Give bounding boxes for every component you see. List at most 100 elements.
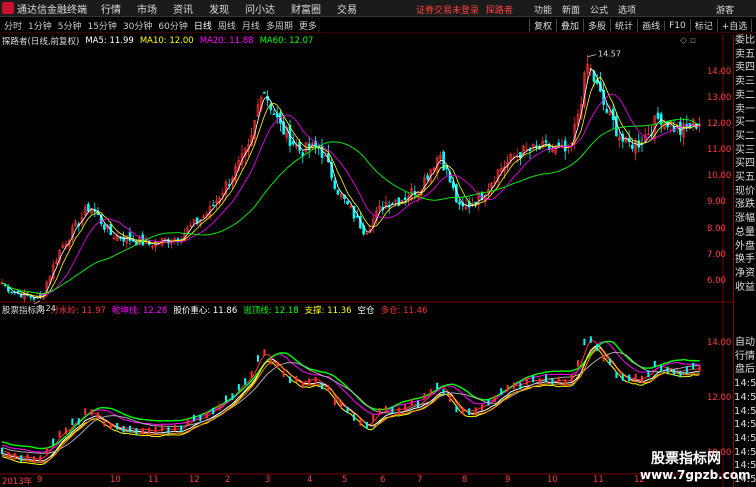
menu-formula[interactable]: 公式 [590, 3, 608, 16]
indicator-candle [685, 366, 688, 374]
tab-timeshare[interactable]: 分时 [4, 19, 22, 32]
tab-multi-period[interactable]: 多周期 [266, 19, 293, 32]
indicator-candle [436, 382, 439, 390]
candle-body [679, 121, 682, 135]
tool-mark[interactable]: 标记 [689, 19, 717, 32]
indicator-candle [602, 355, 605, 362]
indicator-candle [77, 418, 80, 425]
indicator-candle [109, 422, 112, 430]
tab-more[interactable]: 更多 [299, 19, 317, 32]
tick-time-label: 行情 [735, 350, 755, 362]
y-tick-label: 13.00 [707, 92, 732, 103]
menu-market[interactable]: 市场 [137, 1, 157, 16]
tick-time-label: 14:50 [734, 378, 756, 390]
menu-options[interactable]: 选项 [618, 3, 636, 16]
tool-stats[interactable]: 统计 [610, 19, 637, 32]
watermark-title: 股票指标网 [651, 451, 721, 467]
menu-ask[interactable]: 问小达 [245, 1, 275, 16]
indicator-candle [461, 407, 464, 415]
guest-login[interactable]: 游客 [716, 3, 734, 16]
right-menu: 功能 新面 公式 选项 [534, 3, 646, 16]
indicator-candle [429, 388, 432, 396]
tab-5min[interactable]: 5分钟 [58, 19, 82, 32]
tool-restore-rights[interactable]: 复权 [529, 19, 556, 32]
kline-chart[interactable]: 14.57 5.24 [0, 34, 733, 487]
candle-body [29, 295, 33, 298]
indicator-candle [391, 406, 394, 414]
indicator-candle [103, 419, 106, 427]
indicator-candle [628, 374, 631, 382]
indicator-candle [404, 404, 407, 412]
tick-time-label: 14:50 [734, 391, 756, 403]
indicator-candle [583, 338, 586, 346]
indicator-candle [20, 455, 23, 462]
high-marker [587, 54, 597, 57]
quote-field-label: 卖二 [735, 89, 755, 101]
menu-function[interactable]: 功能 [534, 3, 552, 16]
menu-news[interactable]: 资讯 [173, 1, 193, 16]
tab-15min[interactable]: 15分钟 [87, 19, 116, 32]
indicator-candle [148, 427, 151, 435]
tab-weekly[interactable]: 周线 [218, 19, 236, 32]
indicator-candle [289, 376, 291, 384]
indicator-candle [327, 384, 330, 392]
indicator-candle [122, 425, 125, 433]
candle-body [656, 112, 660, 119]
watermark-url: www.7gpzb.com [640, 468, 751, 482]
indicator-candle [65, 427, 67, 435]
indicator-candle [410, 398, 413, 406]
candle-body [544, 140, 548, 143]
quote-field-label: 涨幅 [735, 213, 755, 225]
indicator-candle [263, 349, 266, 356]
tool-multi-stock[interactable]: 多股 [583, 19, 610, 32]
x-month-label: 2 [225, 475, 231, 485]
tool-overlay[interactable]: 叠加 [556, 19, 583, 32]
indicator-candle [525, 378, 528, 385]
x-month-label: 3 [265, 475, 271, 485]
candle-body [19, 294, 23, 298]
quote-field-label: 卖三 [735, 76, 755, 88]
indicator-candle [269, 357, 272, 365]
indicator-line [1, 351, 700, 454]
quote-field-label: 买三 [735, 144, 755, 156]
tab-30min[interactable]: 30分钟 [123, 19, 152, 32]
indicator-candle [90, 409, 93, 416]
stock-name-link[interactable]: 探路者 [486, 6, 513, 16]
quote-field-label: 涨跌 [735, 199, 755, 211]
quote-field-label: 外盘 [735, 240, 755, 252]
tool-f10[interactable]: F10 [664, 20, 690, 31]
indicator-candle [321, 382, 323, 390]
indicator-candle [698, 365, 701, 372]
candle-body [10, 291, 13, 294]
indicator-candle [135, 428, 138, 435]
tool-add-watchlist[interactable]: +自选 [716, 19, 752, 32]
indicator-candle [84, 408, 87, 415]
x-month-label: 6 [380, 475, 386, 485]
candle-body [615, 115, 618, 137]
candle-body [631, 144, 634, 149]
indicator-candle [180, 425, 183, 433]
tool-back[interactable]: 返回 [751, 19, 756, 32]
indicator-line [1, 341, 700, 453]
indicator-candle [634, 373, 637, 381]
candle-body [535, 145, 538, 148]
indicator-candle [301, 381, 304, 389]
indicator-candle [13, 452, 16, 460]
tab-monthly[interactable]: 月线 [242, 19, 260, 32]
quote-field-label: 买四 [735, 158, 755, 170]
tool-draw[interactable]: 画线 [637, 19, 664, 32]
tab-60min[interactable]: 60分钟 [158, 19, 187, 32]
x-month-label: 12 [189, 475, 200, 485]
tab-daily[interactable]: 日线 [194, 19, 212, 32]
indicator-candle [237, 384, 240, 391]
indicator-candle [589, 336, 592, 343]
menu-new-layout[interactable]: 新面 [562, 3, 580, 16]
menu-wealth[interactable]: 财富圈 [291, 1, 321, 16]
tab-1min[interactable]: 1分钟 [28, 19, 52, 32]
indicator-candle [314, 377, 317, 384]
menu-quotes[interactable]: 行情 [101, 1, 121, 16]
menu-discover[interactable]: 发现 [209, 1, 229, 16]
indicator-candle [7, 452, 10, 459]
login-notice-text[interactable]: 证券交易未登录 [416, 6, 479, 16]
menu-trade[interactable]: 交易 [337, 1, 357, 16]
